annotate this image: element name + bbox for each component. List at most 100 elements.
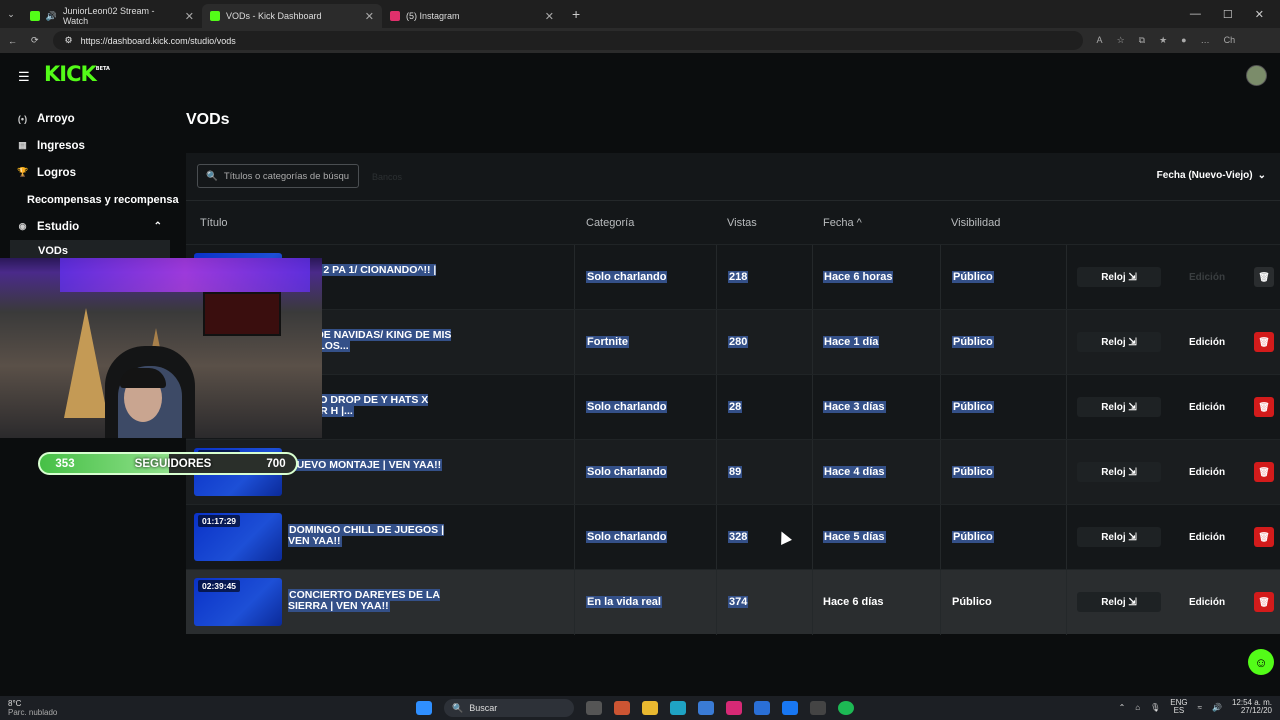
vod-category: Fortnite — [586, 336, 629, 348]
watch-button[interactable]: Reloj ⇲ — [1077, 397, 1161, 417]
delete-button[interactable]: 🗑 — [1254, 332, 1274, 352]
table-row[interactable]: 03:01:06 NUEVO MONTAJE | VEN YAA!! Solo … — [186, 439, 1280, 505]
header-visibility[interactable]: Visibilidad — [951, 217, 1000, 229]
tab-instagram[interactable]: (5) Instagram ✕ — [382, 4, 562, 28]
close-window-icon[interactable]: ✕ — [1255, 8, 1264, 21]
column-divider — [716, 570, 717, 635]
chatgpt-icon[interactable] — [614, 701, 630, 715]
watch-button[interactable]: Reloj ⇲ — [1077, 592, 1161, 612]
task-view-icon[interactable] — [586, 701, 602, 715]
vod-category: Solo charlando — [586, 466, 668, 478]
weather-widget[interactable]: 8°C Parc. nublado — [8, 699, 57, 717]
vod-title[interactable]: DOMINGO CHILL DE JUEGOS | VEN YAA!! — [288, 524, 463, 547]
edit-button[interactable]: Edición — [1176, 592, 1238, 612]
column-divider — [812, 310, 813, 375]
table-row[interactable]: RANDO DROP DE Y HATS X JUNIOR H |... Sol… — [186, 374, 1280, 440]
maximize-icon[interactable]: ☐ — [1223, 8, 1233, 21]
kick-logo[interactable]: KICKBETA — [44, 62, 110, 86]
column-divider — [812, 245, 813, 310]
delete-button[interactable]: 🗑 — [1254, 592, 1274, 612]
table-row[interactable]: ES DE 2 PA 1/ CIONANDO^!! | VEN... Solo … — [186, 244, 1280, 310]
site-info-icon[interactable]: ⚙ — [65, 35, 73, 46]
header-category[interactable]: Categoría — [586, 217, 634, 229]
file-explorer-icon[interactable] — [642, 701, 658, 715]
edge-icon[interactable] — [670, 701, 686, 715]
sort-dropdown[interactable]: Fecha (Nuevo-Viejo) ⌄ — [1157, 170, 1266, 181]
edit-button[interactable]: Edición — [1176, 267, 1238, 287]
sidebar-item-logros[interactable]: 🏆 Logros — [0, 159, 180, 186]
search-input[interactable]: 🔍 Títulos o categorías de búsqu — [197, 164, 359, 188]
app-icon[interactable] — [754, 701, 770, 715]
table-row[interactable]: CIAL DE NAVIDAS/ KING DE MIS REGALOS... … — [186, 309, 1280, 375]
sidebar-item-estudio[interactable]: ◉ Estudio ⌃ — [0, 213, 180, 240]
delete-button[interactable]: 🗑 — [1254, 267, 1274, 287]
edit-button[interactable]: Edición — [1176, 397, 1238, 417]
watch-button[interactable]: Reloj ⇲ — [1077, 462, 1161, 482]
back-icon[interactable]: ← — [8, 36, 17, 46]
watch-button[interactable]: Reloj ⇲ — [1077, 267, 1161, 287]
favorite-icon[interactable]: ☆ — [1117, 35, 1125, 46]
sidebar-item-ingresos[interactable]: ▦ Ingresos — [0, 132, 180, 159]
tab-list-chevron-icon[interactable]: ⌄ — [0, 9, 22, 20]
volume-icon[interactable]: 🔊 — [1212, 703, 1222, 712]
language-indicator[interactable]: ENG ES — [1170, 699, 1187, 715]
windows-start-icon[interactable] — [416, 701, 432, 715]
vod-date: Hace 6 días — [823, 596, 884, 608]
minimize-icon[interactable]: — — [1190, 8, 1201, 21]
column-divider — [940, 310, 941, 375]
vod-views: 280 — [728, 336, 749, 348]
table-row[interactable]: 02:39:45 CONCIERTO DAREYES DE LA SIERRA … — [186, 569, 1280, 635]
menu-icon[interactable]: ☰ — [18, 69, 30, 85]
user-avatar[interactable] — [1246, 65, 1267, 86]
header-views[interactable]: Vistas — [727, 217, 757, 229]
mic-icon[interactable]: 🎙 — [1150, 703, 1160, 712]
close-tab-icon[interactable]: ✕ — [185, 10, 194, 23]
header-date[interactable]: Fecha ^ — [823, 217, 862, 229]
help-chat-icon[interactable]: ☺ — [1248, 649, 1274, 675]
store-icon[interactable] — [698, 701, 714, 715]
more-icon[interactable]: … — [1201, 35, 1210, 46]
delete-button[interactable]: 🗑 — [1254, 462, 1274, 482]
vod-title[interactable]: NUEVO MONTAJE | VEN YAA!! — [288, 459, 463, 471]
delete-button[interactable]: 🗑 — [1254, 527, 1274, 547]
collections-icon[interactable]: ★ — [1159, 35, 1167, 46]
address-bar[interactable]: ⚙ https://dashboard.kick.com/studio/vods — [52, 31, 1083, 50]
translate-icon[interactable]: A — [1097, 35, 1103, 46]
extensions-icon[interactable]: ⧉ — [1139, 35, 1145, 46]
obs-icon[interactable] — [810, 701, 826, 715]
watch-button[interactable]: Reloj ⇲ — [1077, 332, 1161, 352]
region: ES — [1173, 706, 1185, 715]
column-divider — [812, 440, 813, 505]
network-icon[interactable]: ⌂ — [1135, 703, 1140, 712]
edit-button[interactable]: Edición — [1176, 527, 1238, 547]
instagram-icon[interactable] — [726, 701, 742, 715]
delete-button[interactable]: 🗑 — [1254, 397, 1274, 417]
header-title[interactable]: Título — [200, 217, 228, 229]
clock[interactable]: 12:54 a. m. 27/12/20 — [1232, 699, 1272, 715]
christmas-tree-left — [64, 308, 108, 418]
watch-button[interactable]: Reloj ⇲ — [1077, 527, 1161, 547]
tab-vods[interactable]: VODs - Kick Dashboard ✕ — [202, 4, 382, 28]
column-divider — [1066, 310, 1067, 375]
facebook-icon[interactable] — [782, 701, 798, 715]
taskbar-search[interactable]: 🔍 Buscar — [444, 699, 574, 717]
close-tab-icon[interactable]: ✕ — [545, 10, 554, 23]
close-tab-icon[interactable]: ✕ — [365, 10, 374, 23]
wifi-icon[interactable]: ≈ — [1198, 703, 1202, 712]
edit-button[interactable]: Edición — [1176, 332, 1238, 352]
chevron-up-icon[interactable]: ⌃ — [154, 221, 162, 232]
spotify-icon[interactable] — [838, 701, 854, 715]
new-tab-icon[interactable]: + — [572, 6, 580, 22]
tray-chevron-icon[interactable]: ⌃ — [1119, 703, 1126, 712]
copilot-label[interactable]: Ch — [1224, 35, 1236, 46]
table-row[interactable]: 01:17:29 DOMINGO CHILL DE JUEGOS | VEN Y… — [186, 504, 1280, 570]
profile-icon[interactable]: ● — [1181, 35, 1186, 46]
reload-icon[interactable]: ⟳ — [31, 35, 39, 46]
sidebar-item-arroyo[interactable]: (•) Arroyo — [0, 105, 180, 132]
radio-icon: (•) — [17, 113, 28, 124]
tab-stream[interactable]: 🔊 JuniorLeon02 Stream - Watch ✕ — [22, 4, 202, 28]
sidebar-item-recompensas[interactable]: Recompensas y recompensa — [0, 186, 180, 213]
column-divider — [812, 570, 813, 635]
edit-button[interactable]: Edición — [1176, 462, 1238, 482]
vod-title[interactable]: CONCIERTO DAREYES DE LA SIERRA | VEN YAA… — [288, 589, 463, 612]
